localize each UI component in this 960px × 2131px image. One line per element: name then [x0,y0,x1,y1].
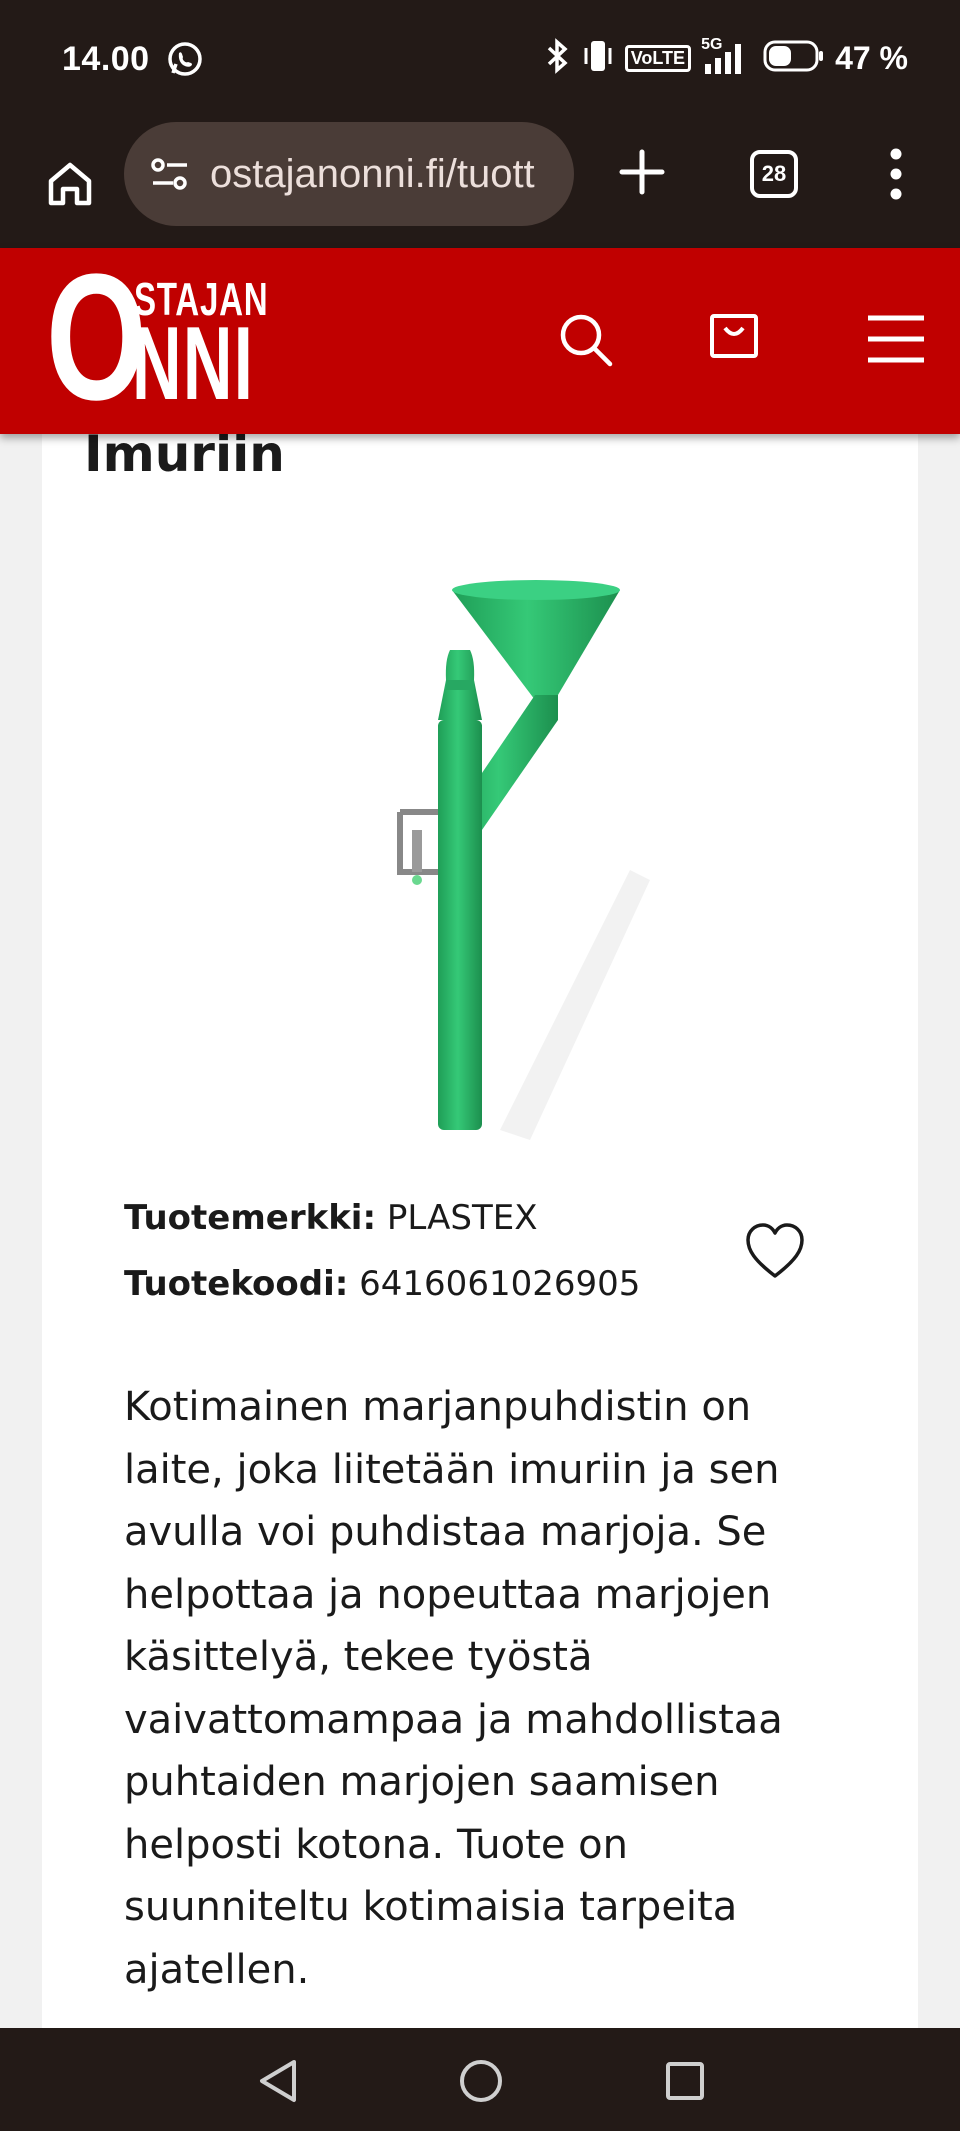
logo-bottom: NNI [132,306,255,422]
home-circle-icon[interactable] [458,2058,504,2108]
code-row: Tuotekoodi: 6416061026905 [124,1264,640,1304]
browser-toolbar: ostajanonni.fi/tuott 28 [0,120,960,248]
url-bar[interactable]: ostajanonni.fi/tuott [124,122,574,226]
recents-icon[interactable] [664,2060,706,2106]
vibrate-icon [581,38,615,78]
back-icon[interactable] [256,2058,300,2108]
heart-icon [746,1223,804,1278]
plus-icon [619,149,665,195]
system-nav-bar [0,2028,960,2131]
site-header: O STAJAN NNI [0,248,960,434]
product-description: Kotimainen marjanpuhdistin on laite, jok… [124,1384,783,1993]
logo-letter: O [46,237,147,438]
tab-count: 28 [761,161,787,186]
bluetooth-icon [545,38,571,78]
product-image [380,570,680,1150]
code-value: 6416061026905 [359,1264,641,1304]
more-vert-icon[interactable] [886,148,906,200]
whatsapp-icon [166,40,204,82]
status-time: 14.00 [62,40,150,78]
status-bar: 14.00 VoLTE 5G 47 % [0,0,960,120]
brand-row: Tuotemerkki: PLASTEX [124,1198,537,1238]
signal-icon: 5G [701,36,753,76]
brand-label: Tuotemerkki: [124,1198,377,1238]
wishlist-button[interactable] [744,1222,806,1280]
site-settings-icon[interactable] [146,150,194,198]
hamburger-menu-icon[interactable] [866,314,926,368]
home-icon [48,162,92,206]
tabs-icon[interactable]: 28 [750,150,798,198]
brand-value[interactable]: PLASTEX [387,1198,538,1238]
volte-icon: VoLTE [624,44,692,72]
search-icon[interactable] [556,310,616,374]
cart-icon[interactable] [706,308,762,368]
new-tab-button[interactable] [612,142,672,202]
site-logo[interactable]: O STAJAN NNI [46,237,268,438]
url-text[interactable]: ostajanonni.fi/tuott [210,152,535,197]
browser-home-button[interactable] [36,150,104,218]
battery-icon [763,39,825,77]
battery-percent: 47 % [835,39,908,76]
code-label: Tuotekoodi: [124,1264,349,1304]
